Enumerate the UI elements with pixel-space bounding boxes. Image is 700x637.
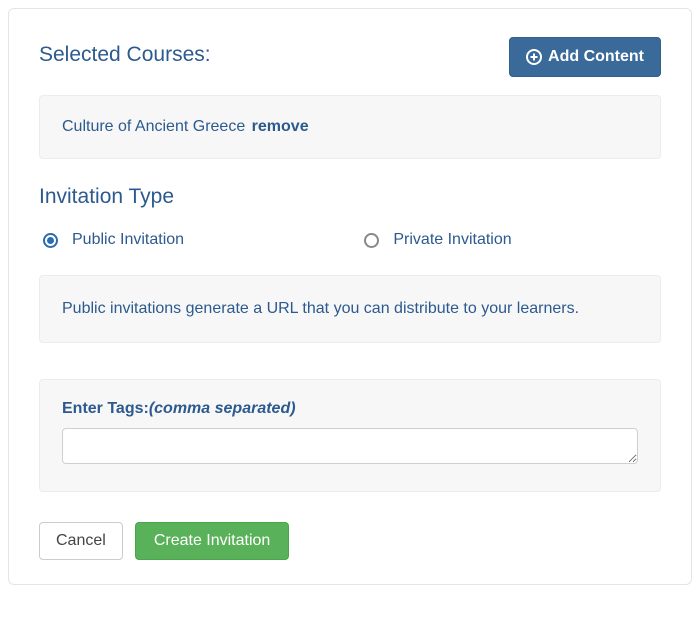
tags-hint: (comma separated) <box>149 400 296 417</box>
selected-courses-heading: Selected Courses: <box>39 43 211 67</box>
add-content-button[interactable]: Add Content <box>509 37 661 77</box>
invitation-description: Public invitations generate a URL that y… <box>39 275 661 343</box>
course-name: Culture of Ancient Greece <box>62 118 245 135</box>
remove-course-link[interactable]: remove <box>252 118 309 135</box>
plus-circle-icon <box>526 49 542 65</box>
selected-courses-well: Culture of Ancient Greece remove <box>39 95 661 159</box>
public-invitation-label: Public Invitation <box>72 231 184 249</box>
tags-label: Enter Tags: <box>62 400 149 417</box>
private-invitation-label: Private Invitation <box>393 231 511 249</box>
radio-unchecked-icon <box>364 233 379 248</box>
footer-actions: Cancel Create Invitation <box>39 522 661 560</box>
public-invitation-option[interactable]: Public Invitation <box>43 231 364 249</box>
radio-checked-icon <box>43 233 58 248</box>
cancel-button[interactable]: Cancel <box>39 522 123 560</box>
invitation-panel: Selected Courses: Add Content Culture of… <box>8 8 692 585</box>
private-invitation-option[interactable]: Private Invitation <box>364 231 511 249</box>
tags-label-row: Enter Tags:(comma separated) <box>62 400 638 418</box>
header-row: Selected Courses: Add Content <box>39 37 661 77</box>
tags-input[interactable] <box>62 428 638 464</box>
tags-section: Enter Tags:(comma separated) <box>39 379 661 492</box>
invitation-type-heading: Invitation Type <box>39 185 661 209</box>
invitation-type-options: Public Invitation Private Invitation <box>39 231 661 249</box>
add-content-label: Add Content <box>548 49 644 65</box>
course-row: Culture of Ancient Greece remove <box>62 118 638 136</box>
create-invitation-button[interactable]: Create Invitation <box>135 522 290 560</box>
